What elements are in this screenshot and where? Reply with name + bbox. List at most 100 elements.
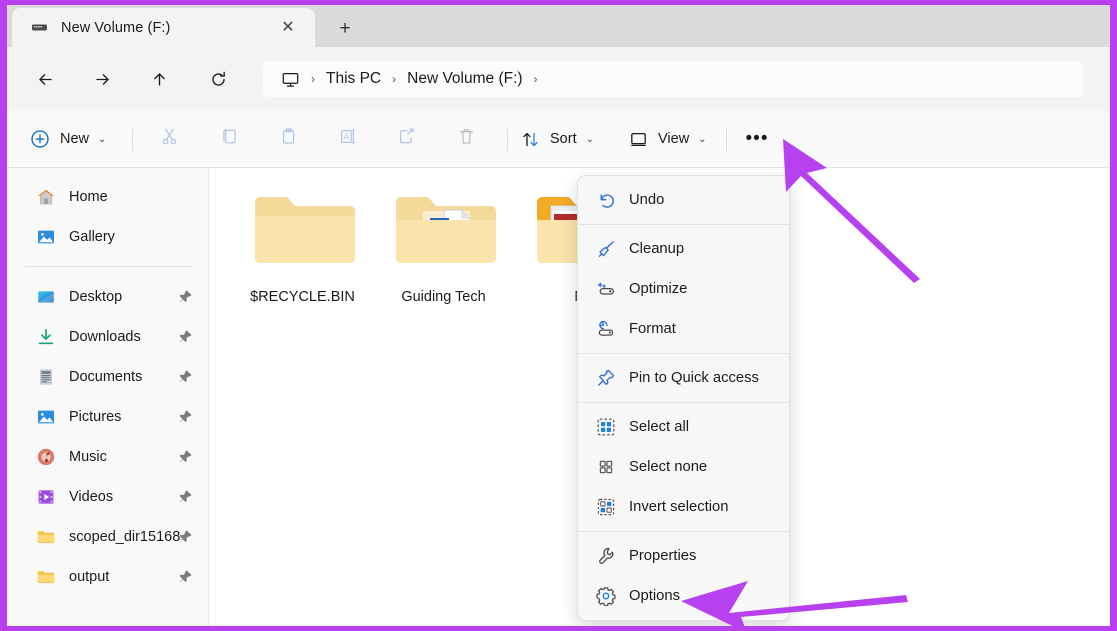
music-icon	[35, 446, 57, 468]
context-menu-item-cleanup[interactable]: Cleanup	[581, 229, 786, 269]
sidebar-item-music[interactable]: Music	[13, 437, 202, 477]
delete-icon	[456, 126, 477, 152]
context-menu-item-format[interactable]: Format	[581, 309, 786, 349]
sidebar-item-label: Videos	[69, 489, 113, 505]
home-icon	[35, 186, 57, 208]
command-separator-3	[726, 129, 727, 151]
overflow-context-menu: Undo Cleanup	[577, 175, 790, 621]
navigation-sidebar: Home Gallery	[7, 168, 209, 626]
context-menu-separator	[578, 531, 789, 532]
new-tab-button[interactable]: +	[332, 15, 358, 41]
pin-icon[interactable]	[177, 489, 193, 505]
context-menu-item-optimize[interactable]: Optimize	[581, 269, 786, 309]
this-pc-icon[interactable]	[281, 70, 300, 89]
tab-title: New Volume (F:)	[61, 20, 170, 36]
gallery-icon	[35, 226, 57, 248]
sidebar-item-scoped-dir[interactable]: scoped_dir15168	[13, 517, 202, 557]
pin-icon[interactable]	[177, 569, 193, 585]
context-menu-item-invert-selection[interactable]: Invert selection	[581, 487, 786, 527]
chevron-down-icon: ⌄	[698, 134, 706, 145]
sidebar-item-label: Gallery	[69, 229, 115, 245]
sidebar-item-label: Documents	[69, 369, 142, 385]
folder-item-recycle-bin[interactable]: $RECYCLE.BIN	[232, 186, 373, 305]
drive-icon	[29, 18, 49, 38]
pin-icon[interactable]	[177, 369, 193, 385]
sidebar-item-downloads[interactable]: Downloads	[13, 317, 202, 357]
view-button-label: View	[658, 131, 689, 147]
select-none-icon	[595, 456, 617, 478]
cut-icon	[159, 126, 180, 152]
tab-new-volume-f[interactable]: New Volume (F:) ✕	[12, 8, 315, 47]
sidebar-item-output[interactable]: output	[13, 557, 202, 597]
documents-icon	[35, 366, 57, 388]
copy-button[interactable]	[211, 122, 247, 156]
sidebar-item-pictures[interactable]: Pictures	[13, 397, 202, 437]
context-menu-item-options[interactable]: Options	[581, 576, 786, 616]
sidebar-item-gallery[interactable]: Gallery	[13, 217, 202, 257]
sidebar-item-label: Desktop	[69, 289, 122, 305]
pin-icon[interactable]	[177, 329, 193, 345]
up-button[interactable]	[144, 64, 174, 94]
address-bar[interactable]: › This PC › New Volume (F:) ›	[263, 61, 1083, 97]
breadcrumb-separator-1: ›	[392, 72, 396, 86]
pin-icon[interactable]	[177, 409, 193, 425]
select-all-icon	[595, 416, 617, 438]
wrench-icon	[595, 545, 617, 567]
folder-label: $RECYCLE.BIN	[250, 289, 355, 305]
tab-strip: New Volume (F:) ✕ +	[7, 5, 1110, 47]
sidebar-item-desktop[interactable]: Desktop	[13, 277, 202, 317]
sidebar-item-home[interactable]: Home	[13, 177, 202, 217]
context-menu-item-properties[interactable]: Properties	[581, 536, 786, 576]
context-menu-item-pin-to-quick-access[interactable]: Pin to Quick access	[581, 358, 786, 398]
breadcrumb-separator-2[interactable]: ›	[534, 72, 538, 86]
optimize-icon	[595, 278, 617, 300]
refresh-button[interactable]	[203, 64, 233, 94]
new-button-label: New	[60, 131, 89, 147]
desktop-icon	[35, 286, 57, 308]
breadcrumb-this-pc[interactable]: This PC	[326, 70, 381, 88]
pictures-icon	[35, 406, 57, 428]
rename-button[interactable]: A	[329, 122, 365, 156]
breadcrumb-new-volume-f[interactable]: New Volume (F:)	[407, 70, 522, 88]
back-button[interactable]	[30, 64, 60, 94]
pin-icon[interactable]	[177, 529, 193, 545]
chevron-down-icon: ⌄	[98, 134, 106, 145]
format-icon	[595, 318, 617, 340]
context-menu-item-select-all[interactable]: Select all	[581, 407, 786, 447]
new-button[interactable]: New ⌄	[29, 122, 106, 156]
context-menu-label: Optimize	[629, 281, 687, 297]
delete-button[interactable]	[448, 122, 484, 156]
pin-icon[interactable]	[177, 289, 193, 305]
gear-icon	[595, 585, 617, 607]
command-bar: New ⌄	[7, 111, 1110, 168]
chevron-down-icon: ⌄	[586, 134, 594, 145]
close-icon[interactable]: ✕	[277, 17, 299, 39]
forward-button[interactable]	[87, 64, 117, 94]
context-menu-label: Select none	[629, 459, 707, 475]
folder-item-guiding-tech[interactable]: Guiding Tech	[373, 186, 514, 305]
sort-button-label: Sort	[550, 131, 577, 147]
context-menu-label: Format	[629, 321, 676, 337]
context-menu-separator	[578, 224, 789, 225]
rename-icon: A	[337, 126, 358, 152]
context-menu-item-select-none[interactable]: Select none	[581, 447, 786, 487]
pin-icon	[595, 367, 617, 389]
context-menu-label: Properties	[629, 548, 696, 564]
pin-icon[interactable]	[177, 449, 193, 465]
paste-icon	[278, 126, 299, 152]
cut-button[interactable]	[151, 122, 187, 156]
invert-selection-icon	[595, 496, 617, 518]
sort-button[interactable]: Sort ⌄	[520, 122, 594, 156]
sidebar-item-videos[interactable]: Videos	[13, 477, 202, 517]
context-menu-item-undo[interactable]: Undo	[581, 180, 786, 220]
folder-with-document-icon	[390, 186, 497, 271]
view-button[interactable]: View ⌄	[628, 122, 707, 156]
folder-label: Guiding Tech	[401, 289, 485, 305]
videos-icon	[35, 486, 57, 508]
share-button[interactable]	[388, 122, 424, 156]
paste-button[interactable]	[270, 122, 306, 156]
sidebar-item-documents[interactable]: Documents	[13, 357, 202, 397]
overflow-menu-button[interactable]: •••	[737, 122, 777, 156]
context-menu-label: Pin to Quick access	[629, 370, 759, 386]
folder-icon	[35, 566, 57, 588]
